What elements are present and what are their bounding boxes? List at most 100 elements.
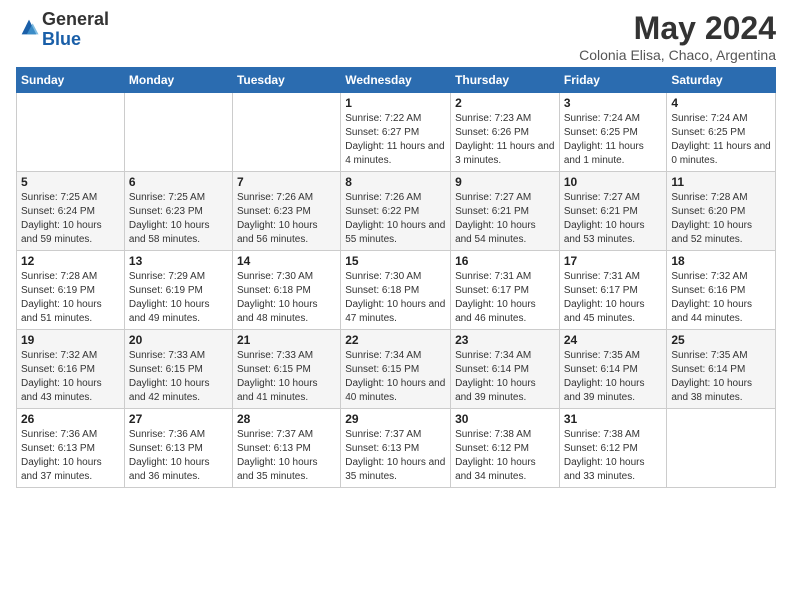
day-info: Sunrise: 7:26 AM Sunset: 6:22 PM Dayligh…: [345, 191, 446, 247]
calendar-cell: 30 Sunrise: 7:38 AM Sunset: 6:12 PM Dayli…: [451, 409, 560, 488]
day-number: 27: [129, 412, 228, 426]
day-info: Sunrise: 7:37 AM Sunset: 6:13 PM Dayligh…: [237, 428, 336, 484]
calendar-cell: 21 Sunrise: 7:33 AM Sunset: 6:15 PM Dayli…: [232, 330, 340, 409]
calendar-cell: 1 Sunrise: 7:22 AM Sunset: 6:27 PM Daylig…: [341, 93, 451, 172]
calendar-cell: [667, 409, 776, 488]
calendar-cell: 23 Sunrise: 7:34 AM Sunset: 6:14 PM Dayli…: [451, 330, 560, 409]
day-number: 3: [564, 96, 663, 110]
day-info: Sunrise: 7:25 AM Sunset: 6:23 PM Dayligh…: [129, 191, 228, 247]
day-number: 30: [455, 412, 555, 426]
calendar-week-row: 19 Sunrise: 7:32 AM Sunset: 6:16 PM Dayli…: [17, 330, 776, 409]
day-number: 2: [455, 96, 555, 110]
day-number: 13: [129, 254, 228, 268]
calendar-cell: 15Sunrise: 7:30 AM Sunset: 6:18 PM Dayli…: [341, 251, 451, 330]
calendar-week-row: 26 Sunrise: 7:36 AM Sunset: 6:13 PM Dayli…: [17, 409, 776, 488]
calendar-cell: 27 Sunrise: 7:36 AM Sunset: 6:13 PM Dayli…: [124, 409, 232, 488]
day-number: 28: [237, 412, 336, 426]
calendar-cell: 29Sunrise: 7:37 AM Sunset: 6:13 PM Dayli…: [341, 409, 451, 488]
day-info: Sunrise: 7:35 AM Sunset: 6:14 PM Dayligh…: [564, 349, 663, 405]
day-info: Sunrise: 7:34 AM Sunset: 6:14 PM Dayligh…: [455, 349, 555, 405]
day-number: 9: [455, 175, 555, 189]
calendar-cell: 25Sunrise: 7:35 AM Sunset: 6:14 PM Dayli…: [667, 330, 776, 409]
calendar-week-row: 1 Sunrise: 7:22 AM Sunset: 6:27 PM Daylig…: [17, 93, 776, 172]
calendar-cell: [17, 93, 125, 172]
calendar-cell: 7 Sunrise: 7:26 AM Sunset: 6:23 PM Daylig…: [232, 172, 340, 251]
day-info: Sunrise: 7:31 AM Sunset: 6:17 PM Dayligh…: [564, 270, 663, 326]
calendar-header-tuesday: Tuesday: [232, 68, 340, 93]
day-number: 20: [129, 333, 228, 347]
day-info: Sunrise: 7:37 AM Sunset: 6:13 PM Dayligh…: [345, 428, 446, 484]
day-info: Sunrise: 7:24 AM Sunset: 6:25 PM Dayligh…: [564, 112, 663, 168]
calendar-header-friday: Friday: [559, 68, 667, 93]
day-info: Sunrise: 7:36 AM Sunset: 6:13 PM Dayligh…: [21, 428, 120, 484]
calendar-header-thursday: Thursday: [451, 68, 560, 93]
calendar-header-saturday: Saturday: [667, 68, 776, 93]
day-info: Sunrise: 7:23 AM Sunset: 6:26 PM Dayligh…: [455, 112, 555, 168]
day-info: Sunrise: 7:24 AM Sunset: 6:25 PM Dayligh…: [671, 112, 771, 168]
day-info: Sunrise: 7:28 AM Sunset: 6:19 PM Dayligh…: [21, 270, 120, 326]
logo-text: General Blue: [42, 10, 109, 50]
day-number: 14: [237, 254, 336, 268]
calendar-cell: 5 Sunrise: 7:25 AM Sunset: 6:24 PM Daylig…: [17, 172, 125, 251]
calendar-cell: [232, 93, 340, 172]
day-info: Sunrise: 7:38 AM Sunset: 6:12 PM Dayligh…: [564, 428, 663, 484]
day-info: Sunrise: 7:38 AM Sunset: 6:12 PM Dayligh…: [455, 428, 555, 484]
day-number: 5: [21, 175, 120, 189]
day-number: 19: [21, 333, 120, 347]
day-number: 11: [671, 175, 771, 189]
day-info: Sunrise: 7:33 AM Sunset: 6:15 PM Dayligh…: [237, 349, 336, 405]
calendar-cell: 24 Sunrise: 7:35 AM Sunset: 6:14 PM Dayli…: [559, 330, 667, 409]
day-info: Sunrise: 7:22 AM Sunset: 6:27 PM Dayligh…: [345, 112, 446, 168]
day-number: 23: [455, 333, 555, 347]
day-info: Sunrise: 7:27 AM Sunset: 6:21 PM Dayligh…: [455, 191, 555, 247]
calendar-cell: 26 Sunrise: 7:36 AM Sunset: 6:13 PM Dayli…: [17, 409, 125, 488]
day-info: Sunrise: 7:31 AM Sunset: 6:17 PM Dayligh…: [455, 270, 555, 326]
day-info: Sunrise: 7:36 AM Sunset: 6:13 PM Dayligh…: [129, 428, 228, 484]
day-number: 6: [129, 175, 228, 189]
calendar-cell: 12 Sunrise: 7:28 AM Sunset: 6:19 PM Dayli…: [17, 251, 125, 330]
day-info: Sunrise: 7:25 AM Sunset: 6:24 PM Dayligh…: [21, 191, 120, 247]
calendar-cell: 6 Sunrise: 7:25 AM Sunset: 6:23 PM Daylig…: [124, 172, 232, 251]
page-header: General Blue May 2024 Colonia Elisa, Cha…: [16, 10, 776, 63]
calendar-cell: 2 Sunrise: 7:23 AM Sunset: 6:26 PM Daylig…: [451, 93, 560, 172]
calendar-cell: 16Sunrise: 7:31 AM Sunset: 6:17 PM Dayli…: [451, 251, 560, 330]
day-info: Sunrise: 7:34 AM Sunset: 6:15 PM Dayligh…: [345, 349, 446, 405]
calendar-cell: 8 Sunrise: 7:26 AM Sunset: 6:22 PM Daylig…: [341, 172, 451, 251]
day-number: 17: [564, 254, 663, 268]
calendar-cell: [124, 93, 232, 172]
calendar-cell: 18Sunrise: 7:32 AM Sunset: 6:16 PM Dayli…: [667, 251, 776, 330]
day-info: Sunrise: 7:26 AM Sunset: 6:23 PM Dayligh…: [237, 191, 336, 247]
calendar-week-row: 5 Sunrise: 7:25 AM Sunset: 6:24 PM Daylig…: [17, 172, 776, 251]
day-number: 24: [564, 333, 663, 347]
calendar-cell: 31Sunrise: 7:38 AM Sunset: 6:12 PM Dayli…: [559, 409, 667, 488]
calendar-table: SundayMondayTuesdayWednesdayThursdayFrid…: [16, 67, 776, 488]
calendar-cell: 22Sunrise: 7:34 AM Sunset: 6:15 PM Dayli…: [341, 330, 451, 409]
calendar-cell: 20 Sunrise: 7:33 AM Sunset: 6:15 PM Dayli…: [124, 330, 232, 409]
title-area: May 2024 Colonia Elisa, Chaco, Argentina: [579, 10, 776, 63]
day-number: 26: [21, 412, 120, 426]
day-number: 1: [345, 96, 446, 110]
day-number: 4: [671, 96, 771, 110]
day-info: Sunrise: 7:30 AM Sunset: 6:18 PM Dayligh…: [237, 270, 336, 326]
location-subtitle: Colonia Elisa, Chaco, Argentina: [579, 47, 776, 63]
calendar-cell: 19 Sunrise: 7:32 AM Sunset: 6:16 PM Dayli…: [17, 330, 125, 409]
calendar-header-monday: Monday: [124, 68, 232, 93]
day-info: Sunrise: 7:33 AM Sunset: 6:15 PM Dayligh…: [129, 349, 228, 405]
calendar-cell: 3 Sunrise: 7:24 AM Sunset: 6:25 PM Daylig…: [559, 93, 667, 172]
day-info: Sunrise: 7:30 AM Sunset: 6:18 PM Dayligh…: [345, 270, 446, 326]
day-info: Sunrise: 7:28 AM Sunset: 6:20 PM Dayligh…: [671, 191, 771, 247]
logo: General Blue: [16, 10, 109, 50]
day-number: 21: [237, 333, 336, 347]
day-number: 12: [21, 254, 120, 268]
day-number: 25: [671, 333, 771, 347]
calendar-header-row: SundayMondayTuesdayWednesdayThursdayFrid…: [17, 68, 776, 93]
day-info: Sunrise: 7:32 AM Sunset: 6:16 PM Dayligh…: [671, 270, 771, 326]
day-number: 7: [237, 175, 336, 189]
calendar-cell: 13Sunrise: 7:29 AM Sunset: 6:19 PM Dayli…: [124, 251, 232, 330]
calendar-cell: 14 Sunrise: 7:30 AM Sunset: 6:18 PM Dayli…: [232, 251, 340, 330]
calendar-cell: 10Sunrise: 7:27 AM Sunset: 6:21 PM Dayli…: [559, 172, 667, 251]
day-number: 8: [345, 175, 446, 189]
calendar-week-row: 12 Sunrise: 7:28 AM Sunset: 6:19 PM Dayli…: [17, 251, 776, 330]
day-info: Sunrise: 7:32 AM Sunset: 6:16 PM Dayligh…: [21, 349, 120, 405]
calendar-cell: 28 Sunrise: 7:37 AM Sunset: 6:13 PM Dayli…: [232, 409, 340, 488]
